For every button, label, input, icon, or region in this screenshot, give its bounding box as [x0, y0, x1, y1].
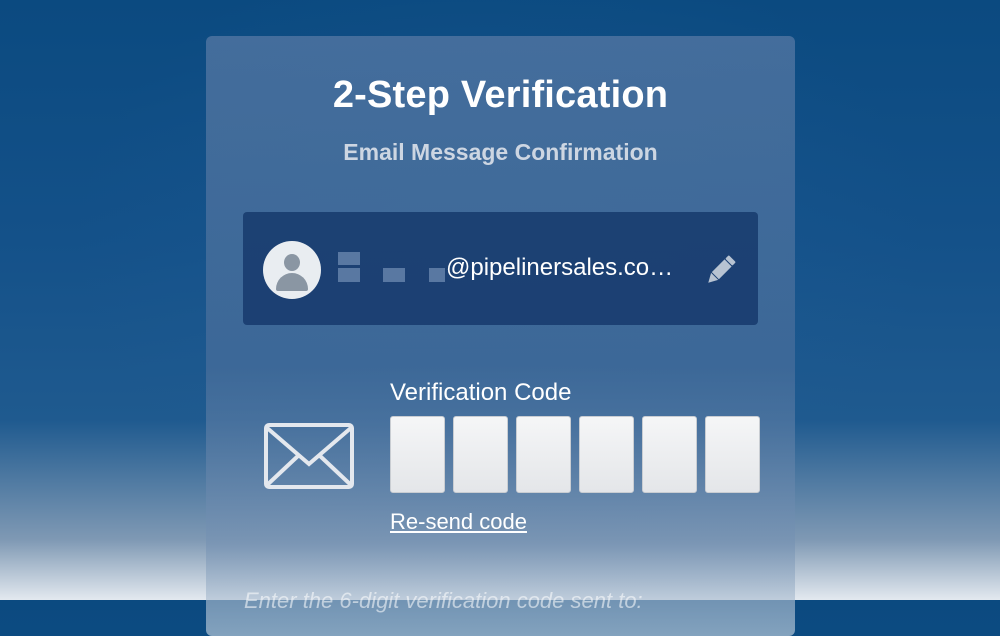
page-title: 2-Step Verification — [332, 74, 669, 116]
redacted-block — [383, 268, 405, 282]
verification-panel: 2-Step Verification Email Message Confir… — [206, 36, 795, 636]
redacted-block — [338, 268, 360, 282]
code-digit-3[interactable] — [516, 416, 571, 493]
account-box: @pipelinersales.co… — [243, 212, 758, 325]
verification-code-inputs — [390, 416, 760, 493]
code-digit-4[interactable] — [579, 416, 634, 493]
code-digit-5[interactable] — [642, 416, 697, 493]
code-digit-6[interactable] — [705, 416, 760, 493]
code-digit-2[interactable] — [453, 416, 508, 493]
verification-code-label: Verification Code — [390, 379, 572, 406]
avatar-head — [284, 254, 300, 271]
account-email: @pipelinersales.co… — [446, 254, 674, 281]
pencil-icon[interactable] — [701, 250, 741, 290]
page-subtitle: Email Message Confirmation — [343, 139, 658, 165]
avatar-body — [276, 273, 308, 291]
code-digit-1[interactable] — [390, 416, 445, 493]
envelope-icon — [264, 423, 354, 489]
instruction-text: Enter the 6-digit verification code sent… — [244, 588, 643, 613]
resend-code-link[interactable]: Re-send code — [390, 509, 527, 535]
redacted-block — [429, 268, 445, 282]
user-avatar-icon — [263, 241, 321, 299]
redacted-block — [338, 252, 360, 265]
